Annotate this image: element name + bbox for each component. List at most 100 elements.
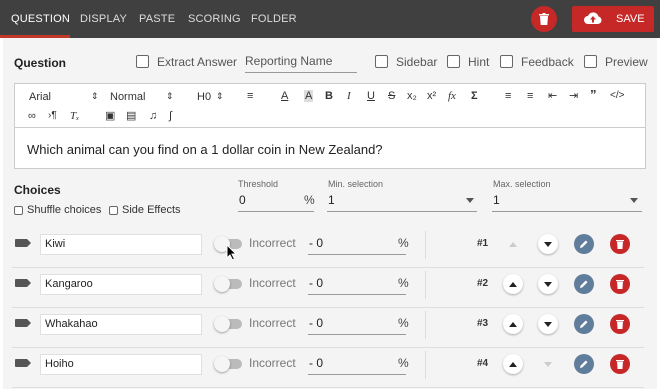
text-color-icon[interactable]: A [281, 90, 288, 102]
shuffle-choices-label: Shuffle choices [27, 204, 102, 216]
arrow-down-icon [544, 321, 552, 327]
preview-label: Preview [605, 55, 648, 69]
row-divider [425, 271, 426, 299]
image-icon[interactable]: ▣ [105, 110, 115, 122]
correct-toggle[interactable] [214, 276, 242, 292]
correctness-label: Incorrect [249, 236, 296, 250]
shuffle-choices-checkbox[interactable] [14, 206, 23, 215]
subscript-icon[interactable]: x₂ [407, 90, 417, 102]
move-up-button[interactable] [503, 354, 523, 374]
move-up-button[interactable] [503, 314, 523, 334]
score-unit: % [398, 316, 409, 330]
sidebar-checkbox[interactable] [375, 55, 388, 68]
size-select[interactable]: Normal [110, 91, 145, 103]
sigma-icon[interactable]: Σ [471, 90, 478, 102]
bold-icon[interactable]: B [325, 90, 333, 102]
max-selection-underline [492, 211, 642, 212]
correct-toggle[interactable] [214, 316, 242, 332]
choice-text-input[interactable]: Kangaroo [40, 274, 202, 295]
code-icon[interactable]: </> [610, 90, 624, 102]
blockquote-icon[interactable]: ” [590, 88, 597, 101]
move-down-button[interactable] [538, 354, 558, 374]
max-selection-caret-icon [630, 198, 638, 203]
delete-choice-button[interactable] [610, 314, 630, 334]
extract-answer-checkbox[interactable] [136, 55, 149, 68]
score-input[interactable]: - 0 [309, 356, 323, 370]
edit-choice-button[interactable] [574, 274, 594, 294]
min-selection-caret-icon [466, 198, 474, 203]
hint-checkbox[interactable] [447, 55, 460, 68]
min-selection-underline [327, 211, 477, 212]
move-down-button[interactable] [538, 274, 558, 294]
move-up-button[interactable] [503, 274, 523, 294]
tab-folder[interactable]: FOLDER [251, 0, 297, 38]
delete-choice-button[interactable] [610, 234, 630, 254]
trash-icon [616, 320, 624, 329]
choice-text-input[interactable]: Hoiho [40, 354, 202, 375]
align-icon[interactable]: ≡ [247, 90, 253, 102]
max-selection-select[interactable]: 1 [493, 193, 500, 207]
move-down-button[interactable] [538, 314, 558, 334]
delete-choice-button[interactable] [610, 274, 630, 294]
threshold-input[interactable]: 0 [239, 193, 246, 207]
arrow-up-icon [509, 241, 517, 247]
formula-icon[interactable]: fx [448, 90, 456, 102]
save-label: SAVE [616, 13, 645, 25]
threshold-underline [238, 211, 314, 212]
row-divider [425, 311, 426, 339]
edit-choice-button[interactable] [574, 234, 594, 254]
edit-choice-button[interactable] [574, 314, 594, 334]
preview-checkbox[interactable] [584, 55, 597, 68]
delete-choice-button[interactable] [610, 354, 630, 374]
heading-select-caret-icon: ⇕ [216, 91, 224, 101]
question-text[interactable]: Which animal can you find on a 1 dollar … [27, 142, 383, 157]
choice-text-input[interactable]: Whakahao [40, 314, 202, 335]
tab-display[interactable]: DISPLAY [80, 0, 127, 38]
pencil-icon [580, 320, 588, 328]
attachment-icon[interactable]: ∫ [169, 110, 172, 122]
ordered-list-icon[interactable]: ≡ [505, 90, 511, 102]
tab-question[interactable]: QUESTION [11, 0, 70, 38]
superscript-icon[interactable]: x² [427, 90, 436, 102]
delete-question-button[interactable] [531, 6, 557, 32]
heading-select[interactable]: H0 [197, 91, 211, 103]
italic-icon[interactable]: I [347, 90, 351, 102]
background-color-icon[interactable]: A [304, 90, 314, 102]
correct-toggle[interactable] [214, 356, 242, 372]
threshold-unit: % [304, 193, 315, 207]
link-icon[interactable]: ∞ [28, 110, 36, 122]
bullet-list-icon[interactable]: ≡ [527, 90, 533, 102]
reporting-name-input[interactable]: Reporting Name [245, 54, 357, 73]
save-button[interactable]: SAVE [572, 6, 654, 32]
side-effects-checkbox[interactable] [109, 206, 118, 215]
feedback-checkbox[interactable] [500, 55, 513, 68]
pencil-icon [580, 280, 588, 288]
min-selection-select[interactable]: 1 [328, 193, 335, 207]
tab-scoring[interactable]: SCORING [188, 0, 241, 38]
score-input[interactable]: - 0 [309, 276, 323, 290]
score-input[interactable]: - 0 [309, 316, 323, 330]
choices-heading: Choices [14, 183, 61, 197]
choice-row: Kiwi Incorrect - 0 % #1 [12, 228, 644, 268]
arrow-up-icon [509, 361, 517, 367]
tab-paste[interactable]: PASTE [139, 0, 175, 38]
move-down-button[interactable] [538, 234, 558, 254]
video-icon[interactable]: ▤ [126, 110, 136, 122]
correctness-label: Incorrect [249, 356, 296, 370]
outdent-icon[interactable]: ⇤ [548, 90, 557, 102]
row-divider [425, 231, 426, 259]
move-up-button[interactable] [503, 234, 523, 254]
score-underline [308, 294, 406, 295]
strike-icon[interactable]: S [388, 90, 395, 102]
indent-icon[interactable]: ⇥ [569, 90, 578, 102]
clear-format-icon[interactable]: Tₓ [70, 110, 79, 122]
edit-choice-button[interactable] [574, 354, 594, 374]
font-select[interactable]: Arial [29, 91, 51, 103]
score-input[interactable]: - 0 [309, 236, 323, 250]
tag-icon [15, 279, 31, 287]
paragraph-direction-icon[interactable]: ›¶ [48, 110, 57, 122]
underline-icon[interactable]: U [367, 90, 375, 102]
choice-text-input[interactable]: Kiwi [40, 234, 202, 255]
audio-icon[interactable]: ♫ [149, 110, 157, 122]
top-navigation-bar: QUESTION DISPLAY PASTE SCORING FOLDER SA… [0, 0, 660, 38]
